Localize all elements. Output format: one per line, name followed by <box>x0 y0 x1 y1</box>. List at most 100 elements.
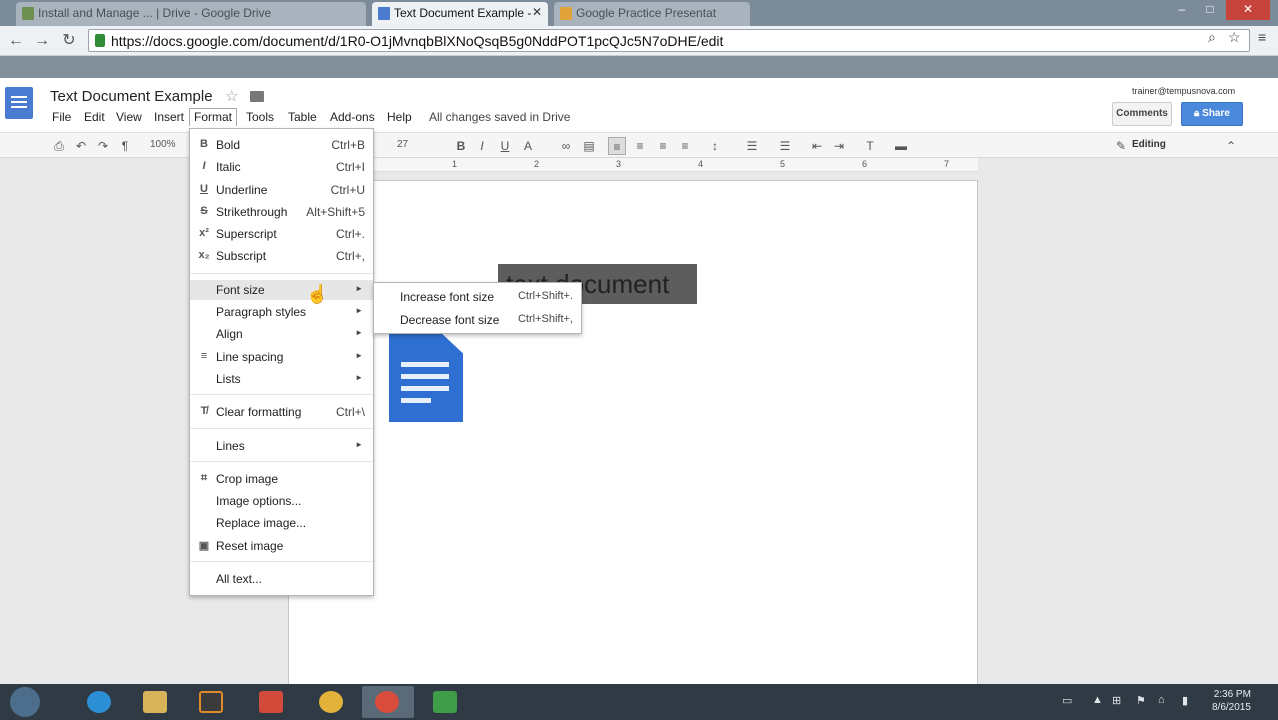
menu-addons[interactable]: Add-ons <box>328 110 377 124</box>
star-icon[interactable]: ☆ <box>225 87 238 105</box>
clock[interactable]: 2:36 PM 8/6/2015 <box>1212 688 1251 714</box>
format-menu-lists[interactable]: Lists ► <box>190 369 373 389</box>
menu-item-shortcut: Ctrl+Shift+. <box>517 290 573 302</box>
decrease-font-size-item[interactable]: Decrease font size Ctrl+Shift+, <box>374 308 581 330</box>
paint-format-icon[interactable]: ¶ <box>116 137 134 155</box>
underline-icon[interactable]: U <box>496 137 514 155</box>
menu-item-label: Lists <box>216 372 241 386</box>
format-menu-line-spacing[interactable]: ≡ Line spacing ► <box>190 347 373 367</box>
forward-arrow-icon[interactable]: → <box>32 31 52 51</box>
print-icon[interactable]: ⎙ <box>50 137 68 155</box>
ruler[interactable]: 1 2 3 4 5 6 7 <box>288 158 978 172</box>
increase-indent-icon[interactable]: ⇥ <box>830 137 848 155</box>
taskbar-camtasia[interactable] <box>420 686 472 718</box>
zoom-select[interactable]: 100% <box>150 139 176 150</box>
maximize-window-icon[interactable]: □ <box>1196 0 1224 20</box>
format-menu-superscript[interactable]: x² Superscript Ctrl+. <box>190 224 373 244</box>
font-size-select[interactable]: 27 <box>397 139 408 150</box>
comments-button[interactable]: Comments <box>1112 102 1172 126</box>
format-menu-replace-image[interactable]: Replace image... <box>190 513 373 533</box>
subscript-icon: x₂ <box>198 249 210 261</box>
address-bar[interactable]: https://docs.google.com/document/d/1R0-O… <box>88 29 1250 52</box>
doc-title[interactable]: Text Document Example <box>50 88 213 105</box>
windows-icon[interactable]: ⊞ <box>1112 694 1121 707</box>
taskbar-explorer[interactable] <box>130 686 182 718</box>
menu-file[interactable]: File <box>50 110 73 124</box>
menu-separator <box>190 394 373 395</box>
bulleted-list-icon[interactable]: ☰ <box>776 137 794 155</box>
format-menu-paragraph-styles[interactable]: Paragraph styles ► <box>190 302 373 322</box>
increase-font-size-item[interactable]: Increase font size Ctrl+Shift+. <box>374 285 581 307</box>
close-tab-icon[interactable]: ✕ <box>532 5 542 19</box>
menu-icon[interactable]: ≡ <box>1258 29 1266 45</box>
minimize-window-icon[interactable]: – <box>1168 0 1196 20</box>
taskbar-ie[interactable] <box>74 686 126 718</box>
line-spacing-icon[interactable]: ↕ <box>706 137 724 155</box>
flag-icon[interactable]: ⚑ <box>1136 694 1146 707</box>
back-arrow-icon[interactable]: ← <box>6 31 26 51</box>
editing-mode-select[interactable]: Editing <box>1132 139 1166 150</box>
align-right-icon[interactable]: ≡ <box>654 137 672 155</box>
menu-view[interactable]: View <box>114 110 144 124</box>
taskbar-chrome[interactable] <box>306 686 358 718</box>
tray-expand-icon[interactable]: ▲ <box>1092 694 1103 706</box>
undo-icon[interactable]: ↶ <box>72 137 90 155</box>
menu-edit[interactable]: Edit <box>82 110 107 124</box>
format-menu-strikethrough[interactable]: S Strikethrough Alt+Shift+5 <box>190 202 373 222</box>
menu-insert[interactable]: Insert <box>152 110 186 124</box>
input-tools-icon[interactable]: ▬ <box>892 137 910 155</box>
format-menu-all-text[interactable]: All text... <box>190 569 373 589</box>
align-justify-icon[interactable]: ≡ <box>676 137 694 155</box>
share-button[interactable]: 🔒︎ Share <box>1181 102 1243 126</box>
taskbar-apps[interactable] <box>246 686 298 718</box>
numbered-list-icon[interactable]: ☰ <box>743 137 761 155</box>
format-menu-crop-image[interactable]: ⌗ Crop image <box>190 469 373 489</box>
document-page[interactable] <box>288 180 978 690</box>
collapse-icon[interactable]: ⌃ <box>1222 137 1240 155</box>
browser-tab-slides[interactable]: Google Practice Presentat <box>554 2 750 26</box>
keyboard-icon[interactable]: ▭ <box>1062 694 1072 707</box>
taskbar-media[interactable] <box>186 686 238 718</box>
ruler-number: 6 <box>862 159 868 169</box>
bookmark-star-icon[interactable]: ☆ <box>1228 29 1241 46</box>
menu-tools[interactable]: Tools <box>244 110 276 124</box>
menu-table[interactable]: Table <box>286 110 319 124</box>
bold-icon[interactable]: B <box>452 137 470 155</box>
format-menu-reset-image[interactable]: ▣ Reset image <box>190 536 373 556</box>
docs-icon-image[interactable] <box>389 334 463 422</box>
text-color-icon[interactable]: A <box>519 137 537 155</box>
close-window-icon[interactable]: ✕ <box>1226 0 1270 20</box>
decrease-indent-icon[interactable]: ⇤ <box>808 137 826 155</box>
reload-icon[interactable]: ↻ <box>59 31 79 51</box>
redo-icon[interactable]: ↷ <box>94 137 112 155</box>
italic-icon[interactable]: I <box>473 137 491 155</box>
format-menu-align[interactable]: Align ► <box>190 324 373 344</box>
clear-formatting-icon[interactable]: T <box>861 137 879 155</box>
format-menu-italic[interactable]: I Italic Ctrl+I <box>190 157 373 177</box>
format-menu-image-options[interactable]: Image options... <box>190 491 373 511</box>
align-center-icon[interactable]: ≡ <box>631 137 649 155</box>
format-menu-bold[interactable]: B Bold Ctrl+B <box>190 135 373 155</box>
link-icon[interactable]: ∞ <box>557 137 575 155</box>
docs-logo-icon[interactable] <box>5 87 33 119</box>
browser-tab-drive[interactable]: Install and Manage ... | Drive - Google … <box>16 2 366 26</box>
folder-icon[interactable] <box>250 91 264 102</box>
format-menu-underline[interactable]: U Underline Ctrl+U <box>190 180 373 200</box>
comment-icon[interactable]: ▤ <box>580 137 598 155</box>
signal-icon[interactable]: ▮ <box>1182 694 1188 707</box>
taskbar-chrome-active[interactable] <box>362 686 414 718</box>
windows-start-icon[interactable] <box>10 687 40 717</box>
menu-format[interactable]: Format <box>189 108 238 126</box>
align-left-icon[interactable]: ≡ <box>608 137 626 155</box>
format-menu-subscript[interactable]: x₂ Subscript Ctrl+, <box>190 246 373 266</box>
browser-tab-active[interactable]: Text Document Example - ✕ <box>372 2 548 26</box>
user-email[interactable]: trainer@tempusnova.com <box>1132 86 1235 96</box>
menu-help[interactable]: Help <box>385 110 414 124</box>
network-icon[interactable]: ⌂ <box>1158 694 1165 706</box>
save-status[interactable]: All changes saved in Drive <box>429 110 570 124</box>
format-menu-font-size[interactable]: Font size ► <box>190 280 373 300</box>
browser-tab-label: Text Document Example - <box>394 6 532 20</box>
format-menu-lines[interactable]: Lines ► <box>190 436 373 456</box>
format-menu-clear-formatting[interactable]: T̸ Clear formatting Ctrl+\ <box>190 402 373 422</box>
magnifier-icon[interactable]: ⌕ <box>1208 29 1216 46</box>
